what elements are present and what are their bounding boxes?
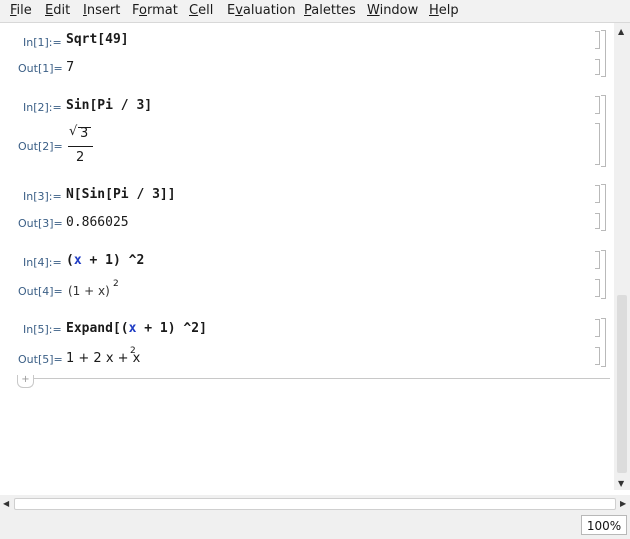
- cell-bracket[interactable]: [595, 347, 600, 365]
- in-label-4: In[4]:=: [23, 256, 62, 269]
- group-bracket[interactable]: [601, 184, 606, 231]
- input-cell-1[interactable]: Sqrt[49]: [66, 32, 129, 47]
- input-cell-2[interactable]: Sin[Pi / 3]: [66, 98, 152, 113]
- sqrt-symbol: √: [69, 124, 78, 139]
- cell-bracket[interactable]: [595, 319, 600, 337]
- group-bracket[interactable]: [601, 30, 606, 77]
- menu-help[interactable]: Help: [429, 3, 459, 18]
- cell-bracket[interactable]: [595, 279, 600, 297]
- cell-bracket[interactable]: [595, 213, 600, 229]
- output-4-exponent: 2: [113, 279, 119, 289]
- cell-bracket[interactable]: [595, 251, 600, 269]
- status-bar: [0, 511, 630, 539]
- output-2-denominator: 2: [76, 150, 85, 165]
- output-2-radicand: 3: [80, 126, 89, 141]
- group-bracket[interactable]: [601, 95, 606, 167]
- menu-bar: File Edit Insert Format Cell Evaluation …: [0, 0, 630, 23]
- add-cell-button[interactable]: +: [17, 375, 34, 388]
- out-label-2: Out[2]=: [18, 140, 63, 153]
- in-label-2: In[2]:=: [23, 101, 62, 114]
- horizontal-scroll-thumb[interactable]: [14, 498, 616, 510]
- output-5-exponent: 2: [130, 346, 136, 356]
- output-cell-2[interactable]: √ 3 2: [66, 123, 96, 167]
- in-label-1: In[1]:=: [23, 36, 62, 49]
- fraction-line: [68, 146, 93, 147]
- out-label-1: Out[1]=: [18, 62, 63, 75]
- vertical-scroll-thumb[interactable]: [617, 295, 627, 473]
- variable-x: x: [73, 253, 82, 268]
- menu-file[interactable]: File: [10, 3, 32, 18]
- in-label-3: In[3]:=: [23, 190, 62, 203]
- input-cell-4[interactable]: (x + 1) ^2: [66, 253, 144, 268]
- notebook-area[interactable]: In[1]:= Sqrt[49] Out[1]= 7 In[2]:= Sin[P…: [0, 23, 614, 490]
- output-cell-1[interactable]: 7: [66, 60, 74, 75]
- scroll-down-icon[interactable]: ▼: [618, 479, 624, 488]
- group-bracket[interactable]: [601, 318, 606, 367]
- menu-insert[interactable]: Insert: [83, 3, 120, 18]
- cell-bracket[interactable]: [595, 96, 600, 114]
- zoom-selector[interactable]: 100%: [581, 515, 627, 535]
- cell-bracket[interactable]: [595, 31, 600, 49]
- input-4-open: (: [66, 253, 74, 268]
- cell-bracket[interactable]: [595, 59, 600, 75]
- menu-cell[interactable]: Cell: [189, 3, 213, 18]
- input-4-rest: + 1) ^2: [81, 253, 145, 268]
- out-label-5: Out[5]=: [18, 353, 63, 366]
- cell-insertion-line: [18, 378, 610, 379]
- menu-format[interactable]: Format: [132, 3, 178, 18]
- menu-evaluation[interactable]: Evaluation: [227, 3, 296, 18]
- out-label-4: Out[4]=: [18, 285, 63, 298]
- menu-palettes[interactable]: Palettes: [304, 3, 356, 18]
- input-5-rest: + 1) ^2]: [136, 321, 207, 336]
- cell-bracket[interactable]: [595, 185, 600, 203]
- scroll-right-icon[interactable]: ▶: [620, 499, 626, 508]
- scroll-up-icon[interactable]: ▲: [618, 27, 624, 36]
- output-cell-4[interactable]: (1 + x): [68, 284, 110, 298]
- input-5-head: Expand[(: [66, 321, 129, 336]
- group-bracket[interactable]: [601, 250, 606, 299]
- out-label-3: Out[3]=: [18, 217, 63, 230]
- input-cell-3[interactable]: N[Sin[Pi / 3]]: [66, 187, 176, 202]
- menu-window[interactable]: Window: [367, 3, 418, 18]
- scroll-left-icon[interactable]: ◀: [3, 499, 9, 508]
- cell-bracket[interactable]: [595, 123, 600, 165]
- output-cell-3[interactable]: 0.866025: [66, 215, 129, 230]
- menu-edit[interactable]: Edit: [45, 3, 70, 18]
- input-cell-5[interactable]: Expand[(x + 1) ^2]: [66, 321, 207, 336]
- in-label-5: In[5]:=: [23, 323, 62, 336]
